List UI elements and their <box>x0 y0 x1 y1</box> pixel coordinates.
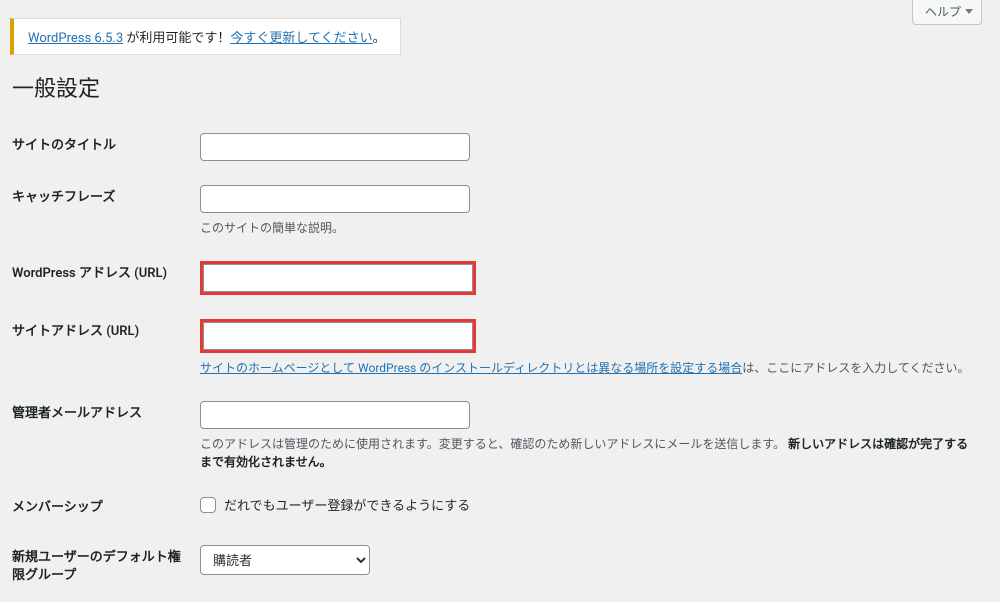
label-tagline: キャッチフレーズ <box>0 173 200 249</box>
row-site-title: サイトのタイトル <box>0 121 1000 173</box>
wp-version-link[interactable]: WordPress 6.5.3 <box>28 31 123 46</box>
site-title-input[interactable] <box>200 133 470 161</box>
update-now-link[interactable]: 今すぐ更新してください <box>230 31 372 46</box>
site-url-doc-link[interactable]: サイトのホームページとして WordPress のインストールディレクトリとは異… <box>200 361 742 375</box>
row-membership: メンバーシップ だれでもユーザー登録ができるようにする <box>0 483 1000 533</box>
help-tab-label: ヘルプ <box>925 3 961 20</box>
site-url-highlight <box>200 319 476 353</box>
site-url-input[interactable] <box>203 322 473 350</box>
general-settings-form: サイトのタイトル キャッチフレーズ このサイトの簡単な説明。 WordPress… <box>0 121 1000 602</box>
site-url-description: サイトのホームページとして WordPress のインストールディレクトリとは異… <box>200 359 980 377</box>
site-url-desc-tail: は、ここにアドレスを入力してください。 <box>742 361 969 375</box>
label-wp-url: WordPress アドレス (URL) <box>0 249 200 307</box>
admin-email-description: このアドレスは管理のために使用されます。変更すると、確認のため新しいアドレスにメ… <box>200 435 980 471</box>
membership-checkbox[interactable] <box>200 497 216 513</box>
label-admin-email: 管理者メールアドレス <box>0 389 200 483</box>
row-site-url: サイトアドレス (URL) サイトのホームページとして WordPress のイ… <box>0 307 1000 389</box>
update-nag-text-2: 。 <box>373 31 386 46</box>
wp-url-input[interactable] <box>203 264 473 292</box>
label-default-role: 新規ユーザーのデフォルト権限グループ <box>0 533 200 601</box>
wp-url-highlight <box>200 261 476 295</box>
update-nag: WordPress 6.5.3 が利用可能です！今すぐ更新してください。 <box>10 18 401 55</box>
page-title: 一般設定 <box>12 71 1000 103</box>
help-tab[interactable]: ヘルプ <box>912 0 982 25</box>
admin-email-input[interactable] <box>200 401 470 429</box>
admin-email-desc-plain: このアドレスは管理のために使用されます。変更すると、確認のため新しいアドレスにメ… <box>200 437 785 451</box>
row-admin-email: 管理者メールアドレス このアドレスは管理のために使用されます。変更すると、確認の… <box>0 389 1000 483</box>
membership-checkbox-row[interactable]: だれでもユーザー登録ができるようにする <box>200 495 470 514</box>
default-role-select[interactable]: 購読者 <box>200 545 370 575</box>
row-wp-url: WordPress アドレス (URL) <box>0 249 1000 307</box>
label-site-title: サイトのタイトル <box>0 121 200 173</box>
label-membership: メンバーシップ <box>0 483 200 533</box>
update-nag-text-1: が利用可能です！ <box>123 31 230 46</box>
tagline-description: このサイトの簡単な説明。 <box>200 219 980 237</box>
row-default-role: 新規ユーザーのデフォルト権限グループ 購読者 <box>0 533 1000 601</box>
row-tagline: キャッチフレーズ このサイトの簡単な説明。 <box>0 173 1000 249</box>
tagline-input[interactable] <box>200 185 470 213</box>
label-site-url: サイトアドレス (URL) <box>0 307 200 389</box>
chevron-down-icon <box>965 9 973 14</box>
membership-checkbox-label: だれでもユーザー登録ができるようにする <box>224 495 470 514</box>
